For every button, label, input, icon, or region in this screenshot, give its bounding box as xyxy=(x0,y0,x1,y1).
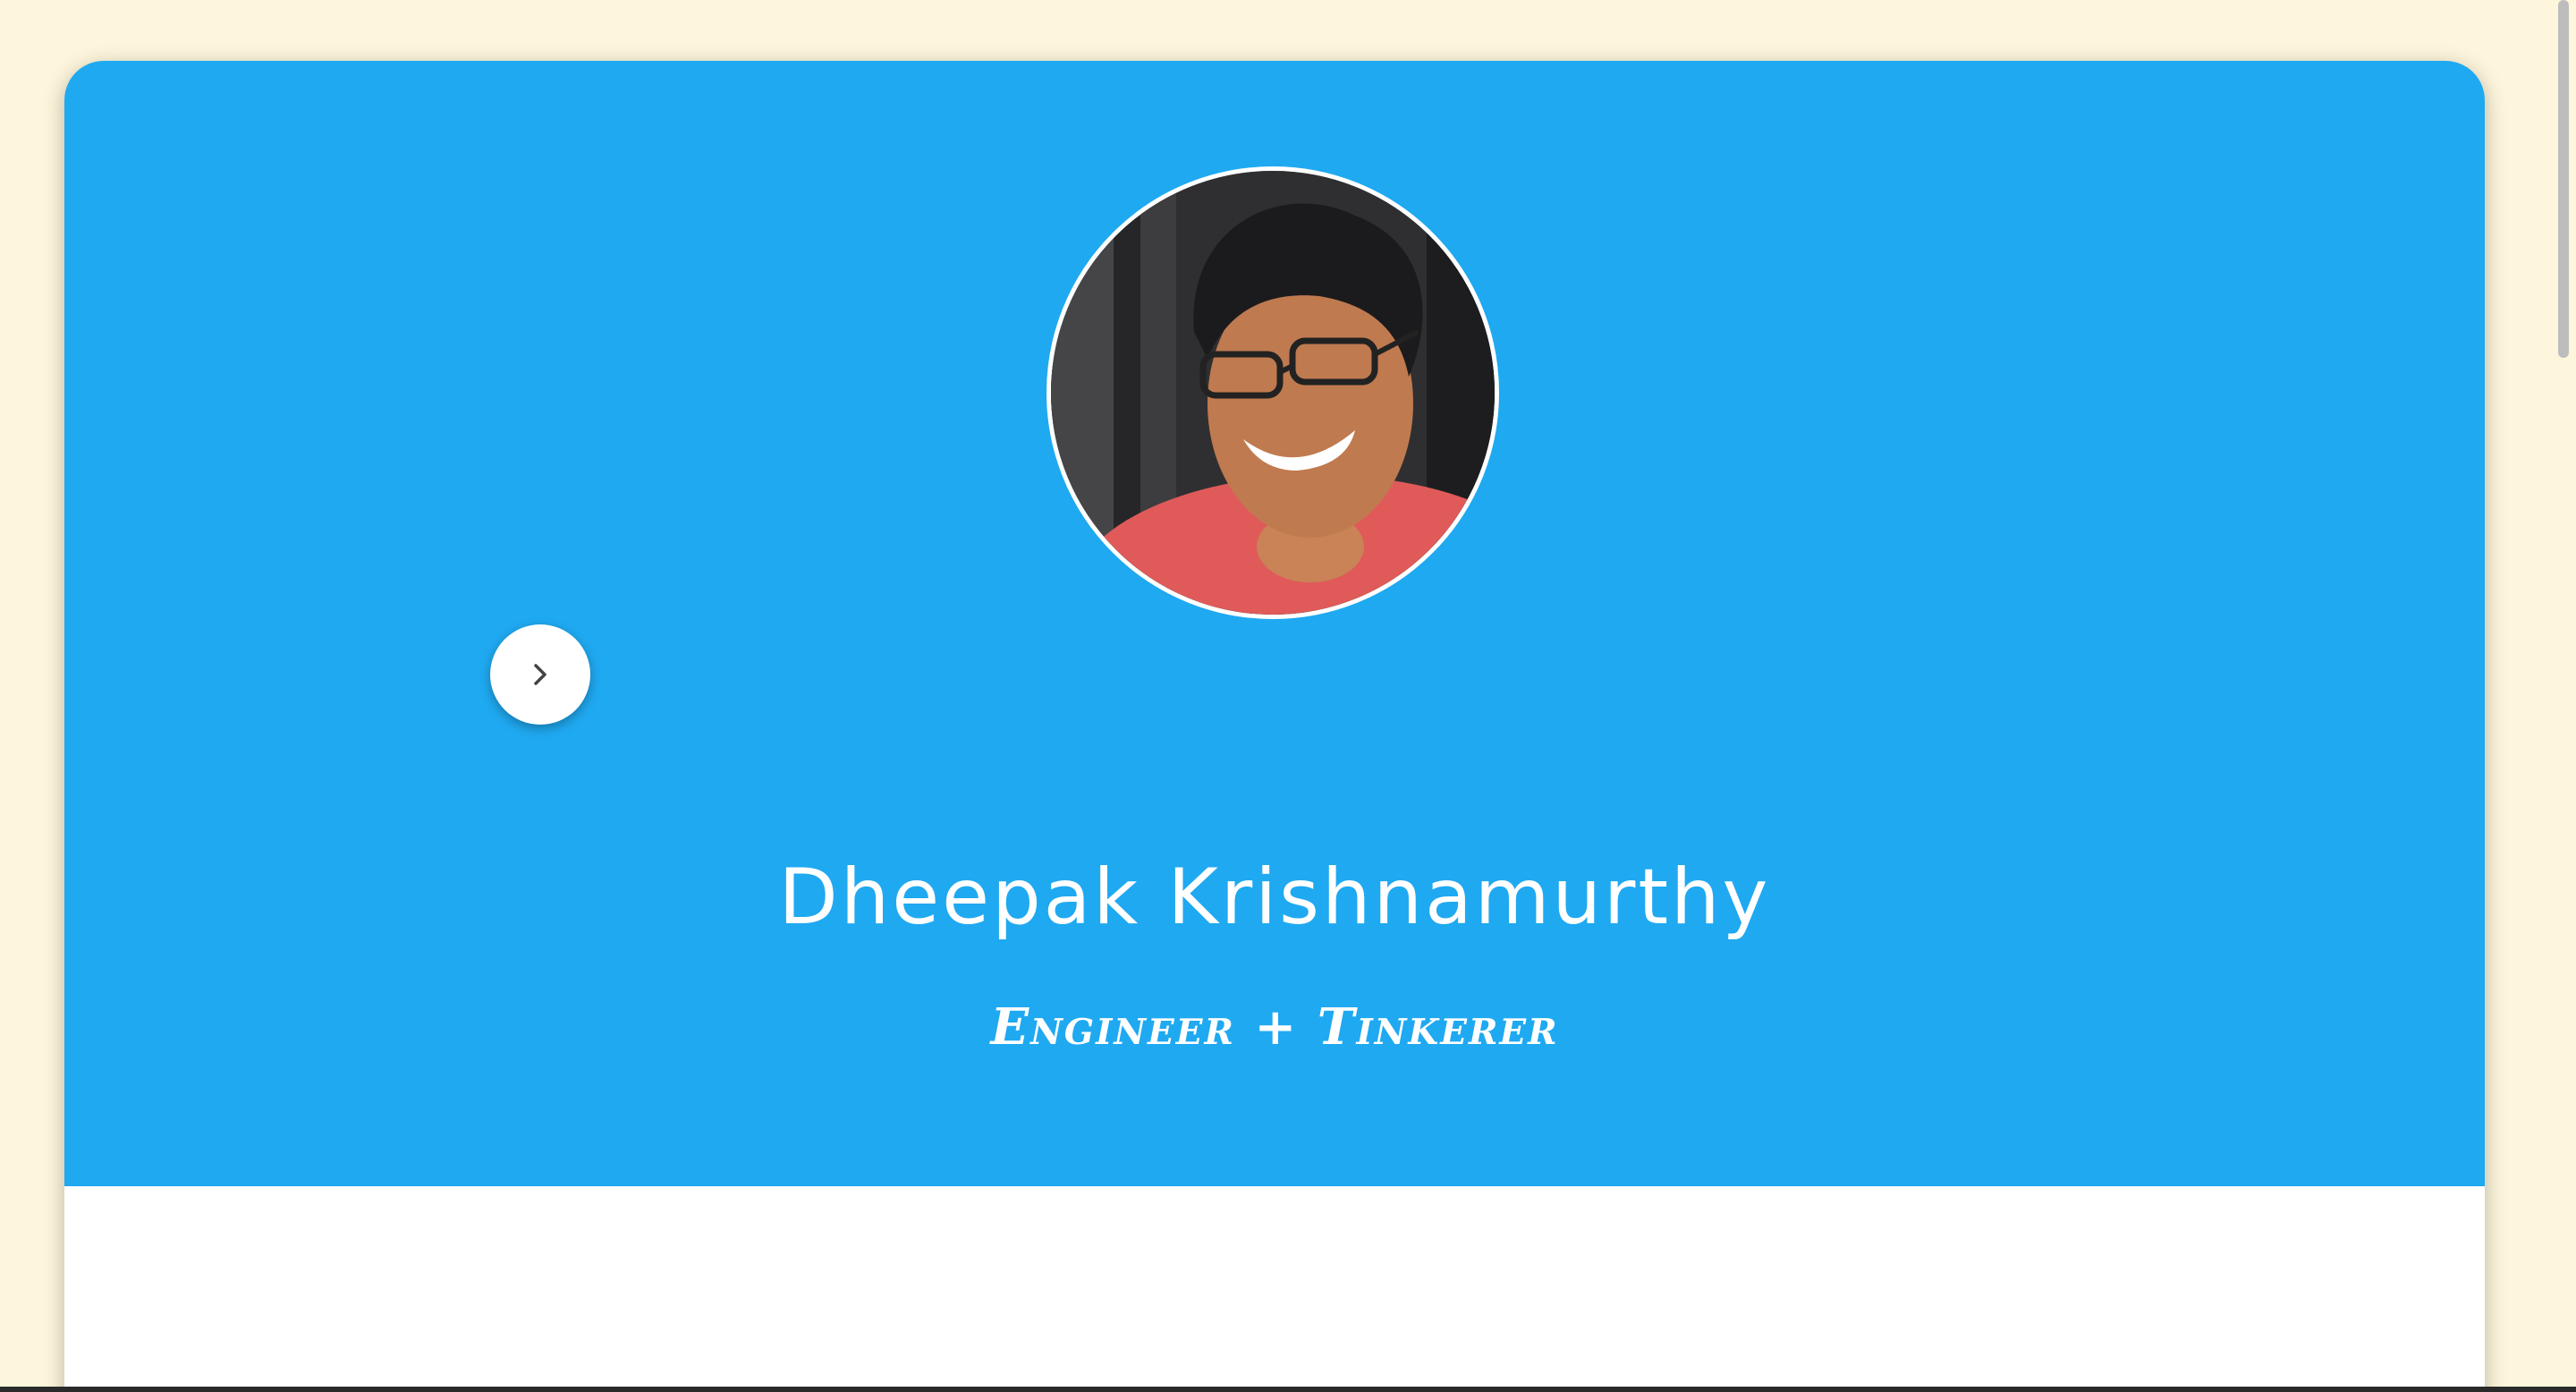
avatar-photo xyxy=(1051,171,1495,615)
hero-section: Dheepak Krishnamurthy Engineer + Tinkere… xyxy=(64,61,2485,1186)
bottom-edge xyxy=(0,1387,2576,1392)
scrollbar-thumb[interactable] xyxy=(2558,0,2569,358)
profile-name: Dheepak Krishnamurthy xyxy=(778,853,1771,942)
next-button[interactable] xyxy=(490,624,590,725)
page: Dheepak Krishnamurthy Engineer + Tinkere… xyxy=(0,0,2576,1392)
content-section xyxy=(64,1186,2485,1392)
profile-card: Dheepak Krishnamurthy Engineer + Tinkere… xyxy=(64,61,2485,1392)
profile-tagline: Engineer + Tinkerer xyxy=(990,997,1559,1057)
avatar xyxy=(1046,166,1499,619)
scrollbar[interactable] xyxy=(2551,0,2576,1392)
chevron-right-icon xyxy=(534,664,547,685)
